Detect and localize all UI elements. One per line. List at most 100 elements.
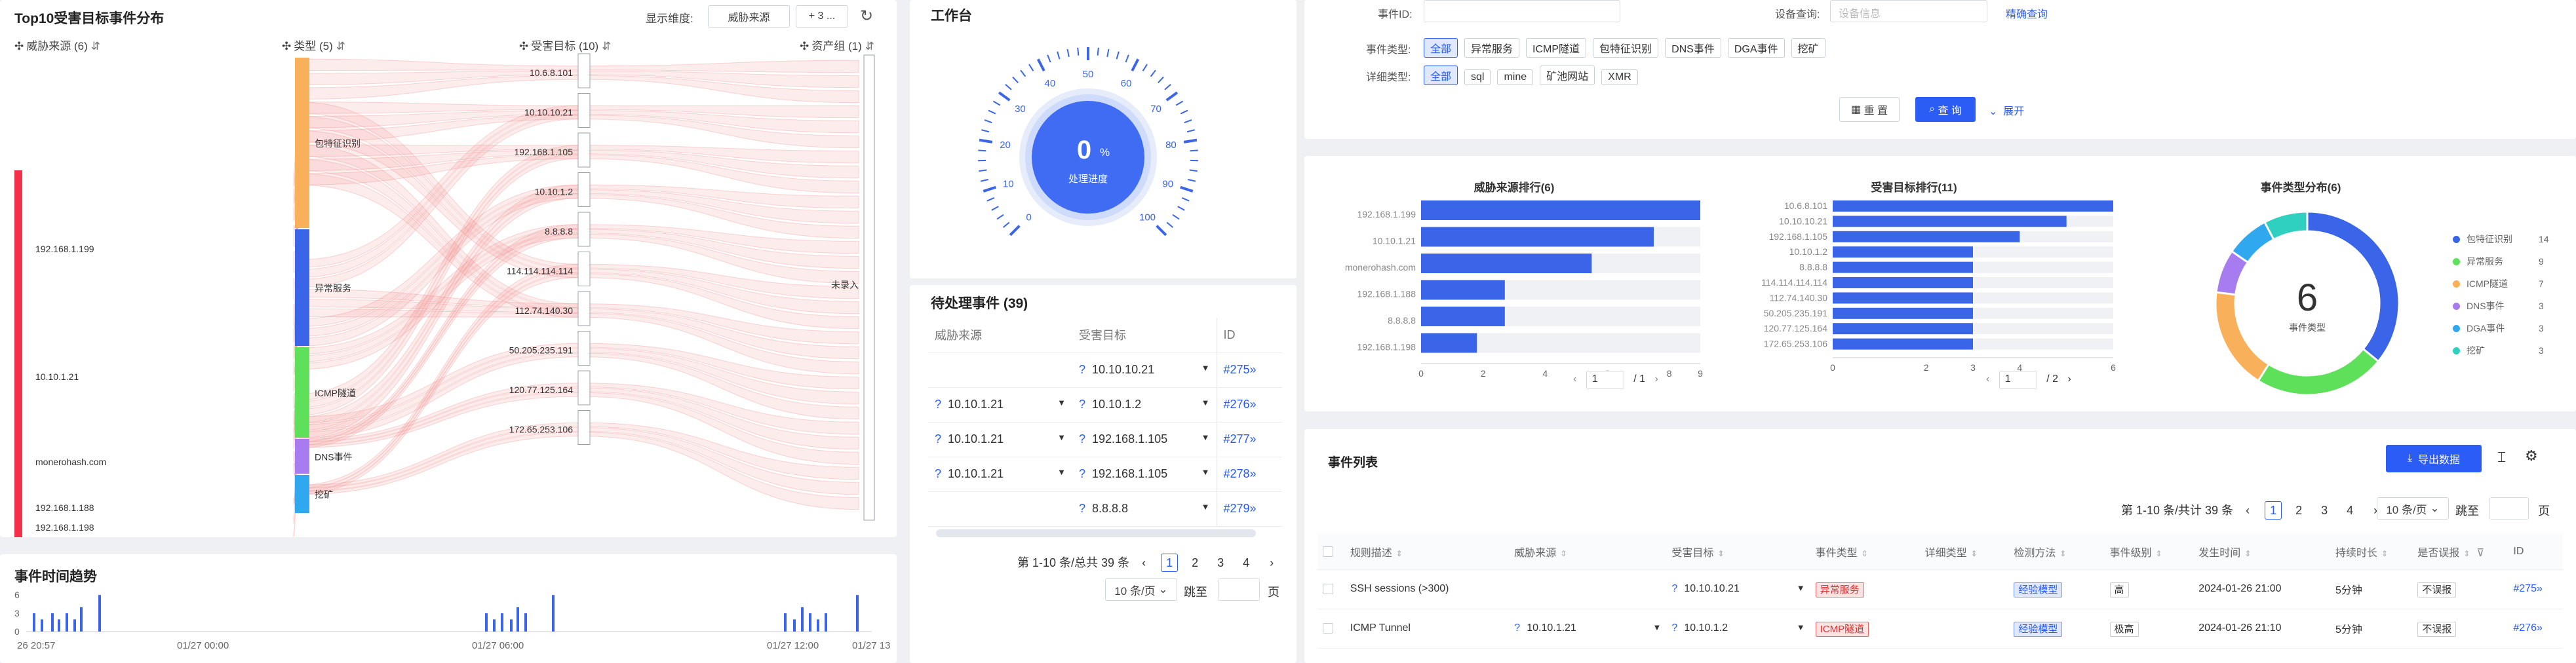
ranking-bar[interactable]: [1833, 277, 1973, 288]
victim-target-cell[interactable]: ? 10.10.1.2 ▼: [1072, 387, 1217, 423]
donut-slice[interactable]: [2214, 291, 2271, 383]
node-target-0[interactable]: [577, 53, 591, 88]
victim-target-cell[interactable]: ? 8.8.8.8 ▼: [1072, 491, 1217, 527]
filter-icon[interactable]: ⊽: [2476, 548, 2484, 559]
event-type-tag[interactable]: 全部: [1424, 38, 1458, 58]
node-asset-group[interactable]: [863, 54, 875, 521]
event-id-link[interactable]: #275: [1224, 363, 1250, 376]
event-type-tag[interactable]: ICMP隧道: [1526, 38, 1587, 58]
node-source-1[interactable]: [14, 328, 22, 426]
sort-icon[interactable]: ⇕: [1971, 549, 1978, 558]
prev-page-icon[interactable]: ‹: [1135, 554, 1152, 573]
prev-icon[interactable]: ‹: [1573, 373, 1576, 385]
caret-down-icon[interactable]: ▼: [1797, 622, 1805, 632]
legend-item[interactable]: ICMP隧道 7: [2453, 273, 2549, 295]
node-type-1[interactable]: [295, 229, 309, 346]
node-type-4[interactable]: [295, 475, 309, 513]
event-type-tag[interactable]: 包特征识别: [1593, 38, 1659, 58]
search-button[interactable]: ⌕ 查 询: [1915, 97, 1976, 122]
sort-icon[interactable]: ⇕: [2381, 549, 2388, 558]
event-col-header[interactable]: 事件类型 ⇕: [1810, 534, 1920, 570]
event-row[interactable]: SSH sessions (>300)? 10.10.10.21 ▼ 异常服务 经验模型…: [1317, 569, 2563, 609]
threat-source-cell[interactable]: ? 10.10.1.21 ▼: [928, 387, 1072, 423]
ranking-bar[interactable]: [1833, 246, 1973, 258]
detail-type-tag[interactable]: mine: [1497, 69, 1534, 85]
donut-slice[interactable]: [2263, 210, 2309, 241]
event-id-link[interactable]: #276: [2513, 622, 2537, 634]
ranking-bar[interactable]: [1833, 231, 2020, 242]
caret-down-icon[interactable]: ▼: [1797, 583, 1805, 593]
row-checkbox[interactable]: [1323, 583, 1333, 594]
false-positive-badge[interactable]: 不误报: [2417, 582, 2457, 597]
next-icon[interactable]: ›: [2067, 373, 2071, 385]
row-checkbox[interactable]: [1323, 622, 1333, 634]
ranking-bar[interactable]: [1421, 200, 1700, 220]
ranking-bar[interactable]: [1833, 216, 2067, 227]
ranking-bar[interactable]: [1833, 261, 1973, 273]
export-button[interactable]: ⤓ 导出数据: [2386, 445, 2482, 472]
caret-down-icon[interactable]: ▼: [1057, 467, 1066, 477]
refresh-icon[interactable]: ↻: [860, 7, 873, 26]
threat-source-cell[interactable]: ? 10.10.1.21 ▼: [928, 457, 1072, 492]
ranking-bar[interactable]: [1421, 254, 1592, 273]
ranking-bar[interactable]: [1421, 280, 1505, 300]
ranking-bar[interactable]: [1833, 200, 2113, 212]
sort-icon[interactable]: ⇕: [1717, 549, 1724, 558]
sort-icon[interactable]: ⇕: [1396, 549, 1403, 558]
horizontal-scrollbar[interactable]: [936, 529, 1256, 537]
event-type-tag[interactable]: 异常服务: [1464, 38, 1520, 58]
page-1[interactable]: 1: [2265, 501, 2282, 520]
prev-icon[interactable]: ‹: [1986, 373, 1989, 385]
caret-down-icon[interactable]: ▼: [1057, 398, 1066, 407]
event-id-link[interactable]: #276: [1224, 398, 1250, 411]
node-target-5[interactable]: [577, 252, 591, 286]
caret-down-icon[interactable]: ▼: [1201, 467, 1210, 477]
sort-icon[interactable]: ⇕: [1560, 549, 1567, 558]
legend-item[interactable]: DNS事件 3: [2453, 295, 2549, 317]
event-col-header[interactable]: 检测方法 ⇕: [2008, 534, 2105, 570]
event-page-size[interactable]: 10 条/页 ⌄: [2377, 497, 2449, 520]
event-id-link[interactable]: #279: [1224, 502, 1250, 515]
row-select-cell[interactable]: [1317, 609, 1345, 649]
threat-source-cell[interactable]: ? 10.10.1.21 ▼: [928, 422, 1072, 457]
precise-query-link[interactable]: 精确查询: [2006, 5, 2048, 21]
event-type-tag[interactable]: DNS事件: [1665, 38, 1721, 58]
event-id-input[interactable]: [1424, 0, 1620, 22]
next-page-icon[interactable]: ›: [1263, 554, 1280, 573]
detail-type-tag[interactable]: XMR: [1601, 69, 1638, 85]
event-col-header[interactable]: 是否误报 ⇕ ⊽: [2412, 534, 2508, 570]
page-2[interactable]: 2: [2290, 502, 2307, 520]
pending-row[interactable]: ? 10.10.1.21 ▼? 192.168.1.105 ▼ #277»: [928, 422, 1282, 457]
ranking-bar[interactable]: [1833, 292, 1973, 304]
threat-page-input[interactable]: 1: [1586, 371, 1624, 389]
event-row[interactable]: ICMP Tunnel? 10.10.1.21 ▼? 10.10.1.2 ▼ ICMP隧道…: [1317, 609, 2563, 649]
caret-down-icon[interactable]: ▼: [1057, 432, 1066, 442]
sort-icon[interactable]: ⇕: [2463, 549, 2470, 558]
pending-row[interactable]: ? 10.10.1.21 ▼? 192.168.1.105 ▼ #278»: [928, 457, 1282, 492]
node-target-1[interactable]: [577, 93, 591, 128]
event-col-header[interactable]: 规则描述 ⇕: [1344, 534, 1510, 570]
node-type-2[interactable]: [295, 347, 309, 438]
event-type-tag[interactable]: 挖矿: [1791, 38, 1825, 58]
node-target-6[interactable]: [577, 291, 591, 326]
page-3[interactable]: 3: [2316, 502, 2333, 520]
event-type-tag[interactable]: DGA事件: [1727, 38, 1785, 58]
gear-icon[interactable]: ⚙: [2525, 447, 2538, 464]
page-3[interactable]: 3: [1212, 554, 1229, 573]
event-id-link[interactable]: #278: [1224, 467, 1250, 480]
ranking-bar[interactable]: [1421, 307, 1505, 326]
victim-target-cell[interactable]: ? 10.10.10.21 ▼: [1666, 569, 1810, 609]
victim-target-cell[interactable]: ? 10.10.1.2 ▼: [1666, 609, 1810, 649]
node-source-2[interactable]: [14, 426, 22, 498]
pending-page-size[interactable]: 10 条/页 ⌄: [1105, 578, 1177, 601]
node-source-0[interactable]: [14, 170, 22, 328]
jump-input[interactable]: [2489, 497, 2529, 520]
sort-icon[interactable]: ⇕: [2059, 549, 2066, 558]
dimension-select[interactable]: 威胁来源: [708, 5, 790, 28]
page-4[interactable]: 4: [2341, 502, 2358, 520]
node-target-7[interactable]: [577, 331, 591, 366]
event-id-link[interactable]: #275: [2513, 583, 2537, 594]
false-positive-badge[interactable]: 不误报: [2417, 621, 2457, 637]
event-col-header[interactable]: 详细类型 ⇕: [1919, 534, 2009, 570]
ranking-bar[interactable]: [1833, 338, 1973, 350]
